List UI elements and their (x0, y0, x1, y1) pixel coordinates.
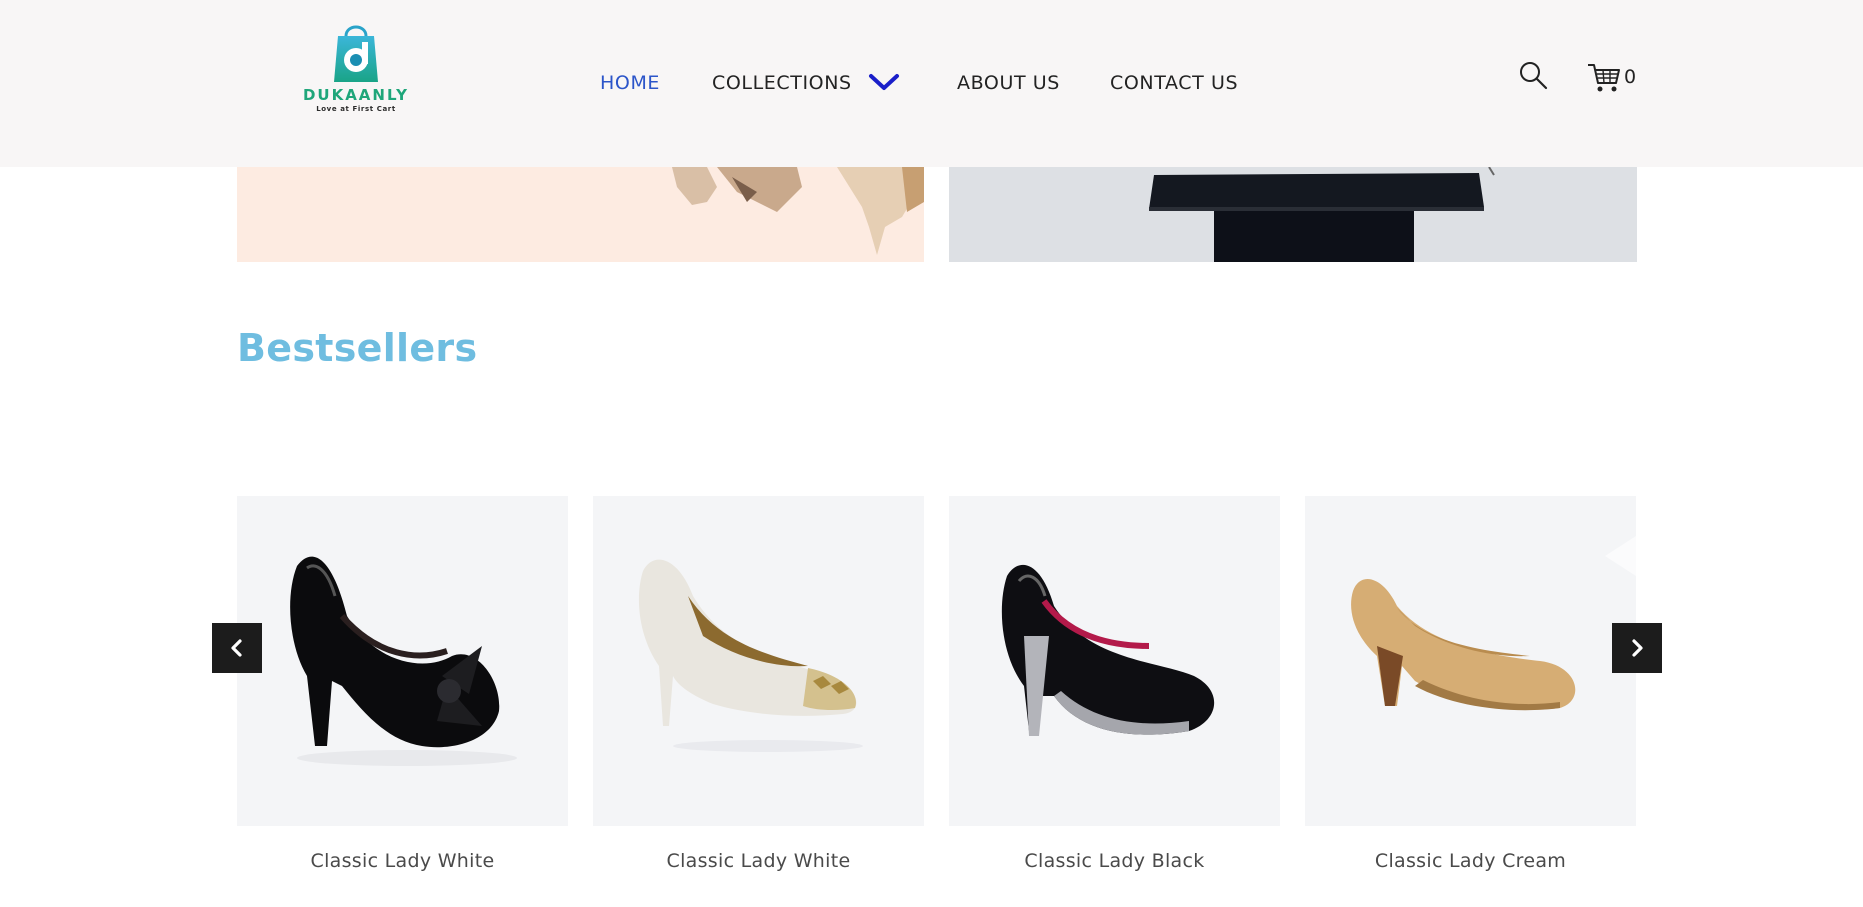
nav-about-us[interactable]: ABOUT US (957, 70, 1060, 96)
cream-pump-image (1351, 536, 1636, 711)
product-name[interactable]: Classic Lady Black (949, 850, 1280, 872)
banner-image-right[interactable] (949, 167, 1637, 262)
black-glitter-heel-image (1001, 564, 1215, 736)
nav-contact-us[interactable]: CONTACT US (1110, 70, 1238, 96)
product-card[interactable]: Classic Lady Cream (1305, 496, 1636, 872)
cart-icon[interactable] (1587, 62, 1621, 94)
section-title-bestsellers: Bestsellers (237, 326, 478, 370)
product-image[interactable] (1305, 496, 1636, 826)
banner-shoes-graphic (672, 167, 924, 255)
shopping-bag-logo-icon (334, 25, 378, 82)
white-pump-image (638, 559, 863, 752)
nav-collections[interactable]: COLLECTIONS (712, 70, 852, 96)
carousel-prev-button[interactable] (212, 623, 262, 673)
product-card[interactable]: Classic Lady White (237, 496, 568, 872)
carousel-next-button[interactable] (1612, 623, 1662, 673)
brand-logo[interactable]: DUKAANLY Love at First Cart (300, 22, 412, 118)
site-header: DUKAANLY Love at First Cart HOME COLLECT… (0, 0, 1863, 167)
chevron-left-icon (231, 639, 242, 657)
black-bow-heel-image (290, 556, 517, 766)
product-image[interactable] (237, 496, 568, 826)
banner-image-left[interactable] (237, 167, 924, 262)
product-image[interactable] (593, 496, 924, 826)
chevron-right-icon (1632, 639, 1643, 657)
product-name[interactable]: Classic Lady Cream (1305, 850, 1636, 872)
banner-bench-graphic (949, 167, 1637, 262)
product-name[interactable]: Classic Lady White (237, 850, 568, 872)
chevron-down-icon[interactable] (868, 72, 900, 92)
cart-count: 0 (1624, 66, 1637, 88)
product-card[interactable]: Classic Lady Black (949, 496, 1280, 872)
product-card[interactable]: Classic Lady White (593, 496, 924, 872)
brand-name: DUKAANLY (302, 86, 410, 104)
product-image[interactable] (949, 496, 1280, 826)
product-name[interactable]: Classic Lady White (593, 850, 924, 872)
brand-tagline: Love at First Cart (316, 105, 396, 113)
nav-home[interactable]: HOME (600, 70, 660, 96)
search-icon[interactable] (1518, 60, 1548, 90)
